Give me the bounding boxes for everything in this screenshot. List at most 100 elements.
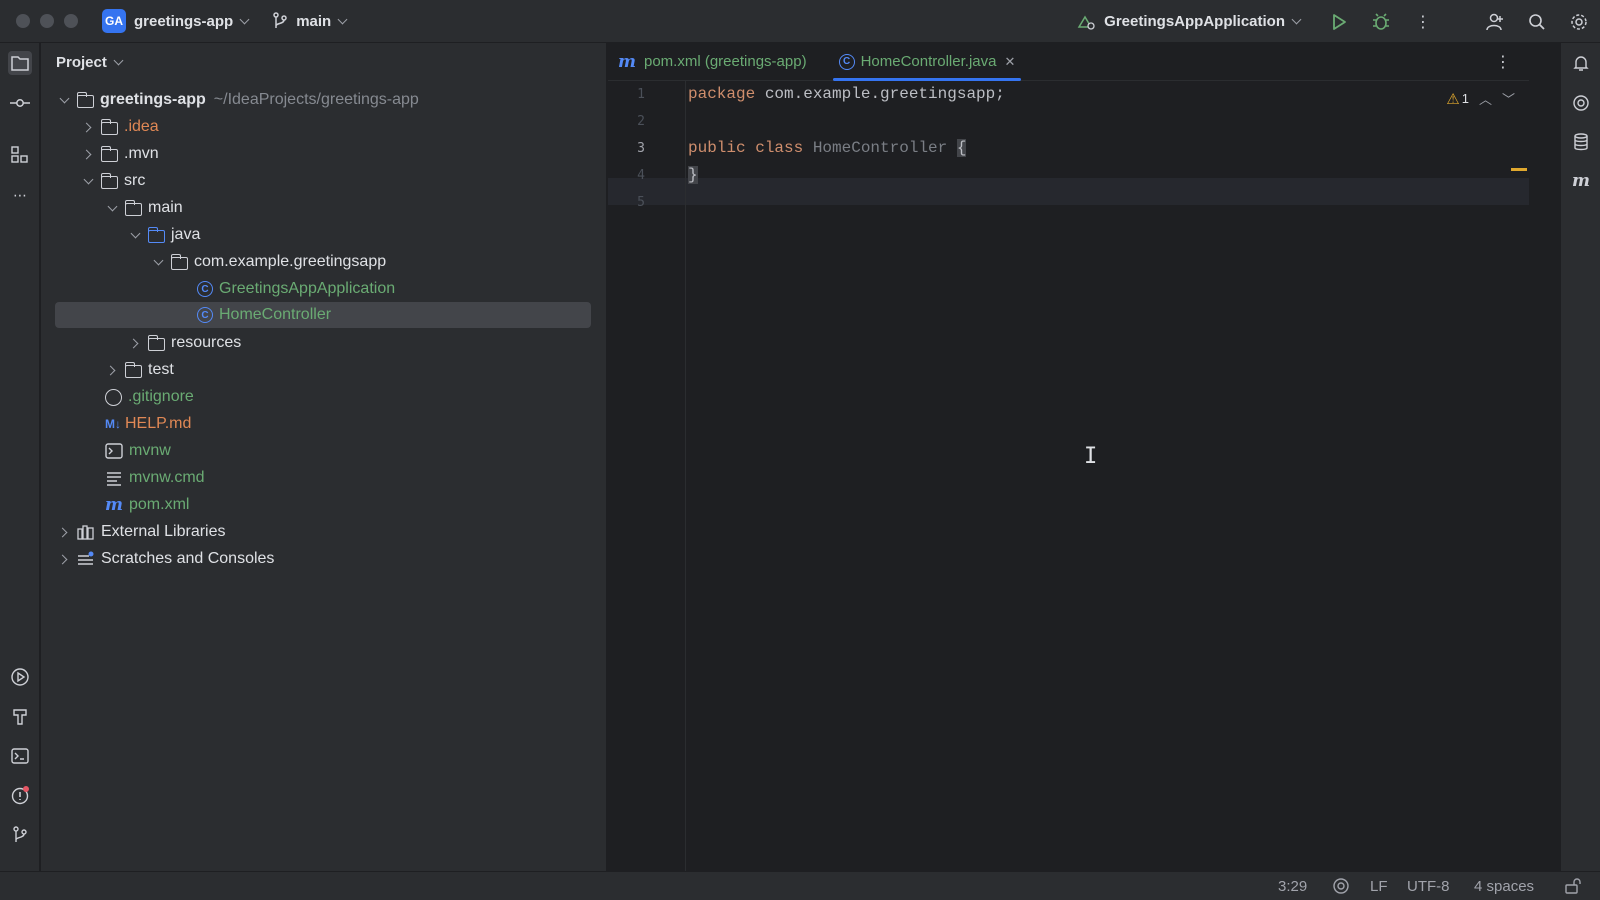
project-badge[interactable]: GA — [102, 9, 126, 33]
search-icon[interactable] — [1526, 11, 1548, 33]
chevron-down-icon[interactable] — [105, 201, 119, 215]
tree-item-help-md[interactable]: M↓ HELP.md — [105, 411, 191, 437]
folder-icon — [124, 199, 142, 216]
tree-item-label: GreetingsAppApplication — [219, 280, 396, 297]
project-panel-header[interactable]: Project — [41, 43, 606, 81]
code-keyword: package — [688, 85, 756, 103]
chevron-right-icon[interactable] — [57, 552, 71, 566]
chevron-right-icon[interactable] — [57, 525, 71, 539]
title-bar: GA greetings-app main GreetingsAppApplic… — [0, 0, 1600, 43]
tree-item-external-libraries[interactable]: External Libraries — [57, 519, 226, 545]
notifications-icon[interactable] — [1569, 51, 1593, 75]
tree-item-label: Scratches and Consoles — [101, 550, 275, 567]
chevron-down-icon[interactable] — [151, 255, 165, 269]
chevron-right-icon[interactable] — [81, 120, 95, 134]
chevron-right-icon[interactable] — [81, 147, 95, 161]
tree-item-greetingsappapplication[interactable]: C GreetingsAppApplication — [197, 276, 395, 302]
chevron-down-icon[interactable] — [57, 93, 71, 107]
settings-icon[interactable] — [1568, 11, 1590, 33]
tree-item-package[interactable]: com.example.greetingsapp — [151, 249, 386, 275]
tree-item-label: .mvn — [124, 145, 159, 162]
run-configuration-dropdown[interactable]: GreetingsAppApplication — [1076, 13, 1302, 31]
chevron-right-icon[interactable] — [105, 363, 119, 377]
more-icon[interactable]: ⋮ — [1412, 11, 1434, 33]
tree-item-mvnw-cmd[interactable]: mvnw.cmd — [105, 465, 205, 491]
tree-item-homecontroller[interactable]: C HomeController — [55, 302, 591, 328]
minimize-window-button[interactable] — [40, 14, 54, 28]
tab-pom-xml[interactable]: m pom.xml (greetings-app) — [612, 43, 813, 81]
code-line-1[interactable]: package com.example.greetingsapp; — [688, 81, 1005, 108]
database-icon[interactable] — [1569, 130, 1593, 154]
git-icon[interactable] — [8, 823, 32, 847]
chevron-up-icon[interactable]: ︿ — [1479, 89, 1492, 108]
project-path: ~/IdeaProjects/greetings-app — [213, 91, 419, 108]
build-icon[interactable] — [8, 705, 32, 729]
code-brace: { — [956, 139, 967, 157]
terminal-icon[interactable] — [8, 744, 32, 768]
inspection-widget[interactable]: ⚠ 1 ︿ ﹀ — [1446, 89, 1515, 108]
caret-position[interactable]: 3:29 — [1278, 878, 1307, 895]
tree-item-mvnw[interactable]: mvnw — [105, 438, 171, 464]
line-number: 4 — [637, 168, 645, 183]
tree-item-label: greetings-app — [100, 91, 206, 108]
code-keyword: public class — [688, 139, 804, 157]
chevron-down-icon[interactable]: ﹀ — [1502, 89, 1515, 108]
ai-assistant-icon[interactable] — [1569, 91, 1593, 115]
close-window-button[interactable] — [16, 14, 30, 28]
project-icon[interactable] — [8, 51, 32, 75]
more-icon[interactable]: ⋮ — [1495, 52, 1511, 72]
markdown-icon: M↓ — [105, 417, 121, 431]
tree-item-label: test — [148, 361, 174, 378]
tab-homecontroller-java[interactable]: C HomeController.java ✕ — [832, 43, 1022, 81]
unlock-icon[interactable] — [1564, 877, 1582, 899]
code-line-4[interactable]: } — [688, 162, 698, 189]
tree-item-label: External Libraries — [101, 523, 226, 540]
close-icon[interactable]: ✕ — [1004, 54, 1015, 70]
ai-assistant-icon[interactable] — [1332, 877, 1350, 899]
code-line-3[interactable]: public class HomeController { — [688, 135, 967, 162]
text-cursor-icon: I — [1084, 444, 1098, 469]
more-icon[interactable]: ⋯ — [8, 183, 32, 207]
project-name-dropdown[interactable]: greetings-app — [134, 13, 233, 30]
branch-icon — [273, 12, 287, 28]
tree-item-scratches[interactable]: Scratches and Consoles — [57, 546, 274, 572]
tree-item-java[interactable]: java — [128, 222, 200, 248]
folder-icon — [100, 118, 118, 135]
line-separator[interactable]: LF — [1370, 878, 1388, 895]
tree-item-test[interactable]: test — [105, 357, 174, 383]
line-number: 1 — [637, 87, 645, 102]
maximize-window-button[interactable] — [64, 14, 78, 28]
problems-icon[interactable] — [8, 783, 32, 807]
tree-item-src[interactable]: src — [81, 168, 145, 194]
current-line-highlight — [608, 178, 1529, 205]
tree-item-label: mvnw — [129, 442, 171, 459]
warning-count: 1 — [1461, 91, 1469, 106]
debug-icon[interactable] — [1370, 11, 1392, 33]
tree-item-root[interactable]: greetings-app ~/IdeaProjects/greetings-a… — [57, 87, 419, 113]
indent-setting[interactable]: 4 spaces — [1474, 878, 1534, 895]
maven-icon[interactable]: m — [1569, 169, 1593, 193]
text-file-icon — [107, 472, 121, 486]
add-user-icon[interactable] — [1484, 11, 1506, 33]
run-icon[interactable] — [1328, 11, 1350, 33]
code-class-name: HomeController — [803, 139, 957, 157]
structure-icon[interactable] — [8, 143, 32, 167]
right-tool-window-bar: m — [1560, 43, 1600, 871]
tree-item-idea[interactable]: .idea — [81, 114, 159, 140]
line-number-gutter: 1 2 3 4 5 — [608, 81, 686, 871]
run-icon[interactable] — [8, 665, 32, 689]
tree-item-pom-xml[interactable]: m pom.xml — [105, 492, 189, 518]
chevron-down-icon[interactable] — [128, 228, 142, 242]
tree-item-main[interactable]: main — [105, 195, 183, 221]
chevron-right-icon[interactable] — [128, 336, 142, 350]
tree-item-resources[interactable]: resources — [128, 330, 241, 356]
commit-icon[interactable] — [8, 91, 32, 115]
chevron-down-icon[interactable] — [81, 174, 95, 188]
tree-item-label: .idea — [124, 118, 159, 135]
tree-item-mvn[interactable]: .mvn — [81, 141, 159, 167]
file-encoding[interactable]: UTF-8 — [1407, 878, 1450, 895]
tree-item-gitignore[interactable]: .gitignore — [105, 384, 194, 410]
branch-selector[interactable]: main — [272, 12, 348, 30]
warning-stripe-marker[interactable] — [1511, 168, 1527, 171]
tab-label: pom.xml (greetings-app) — [644, 53, 807, 70]
